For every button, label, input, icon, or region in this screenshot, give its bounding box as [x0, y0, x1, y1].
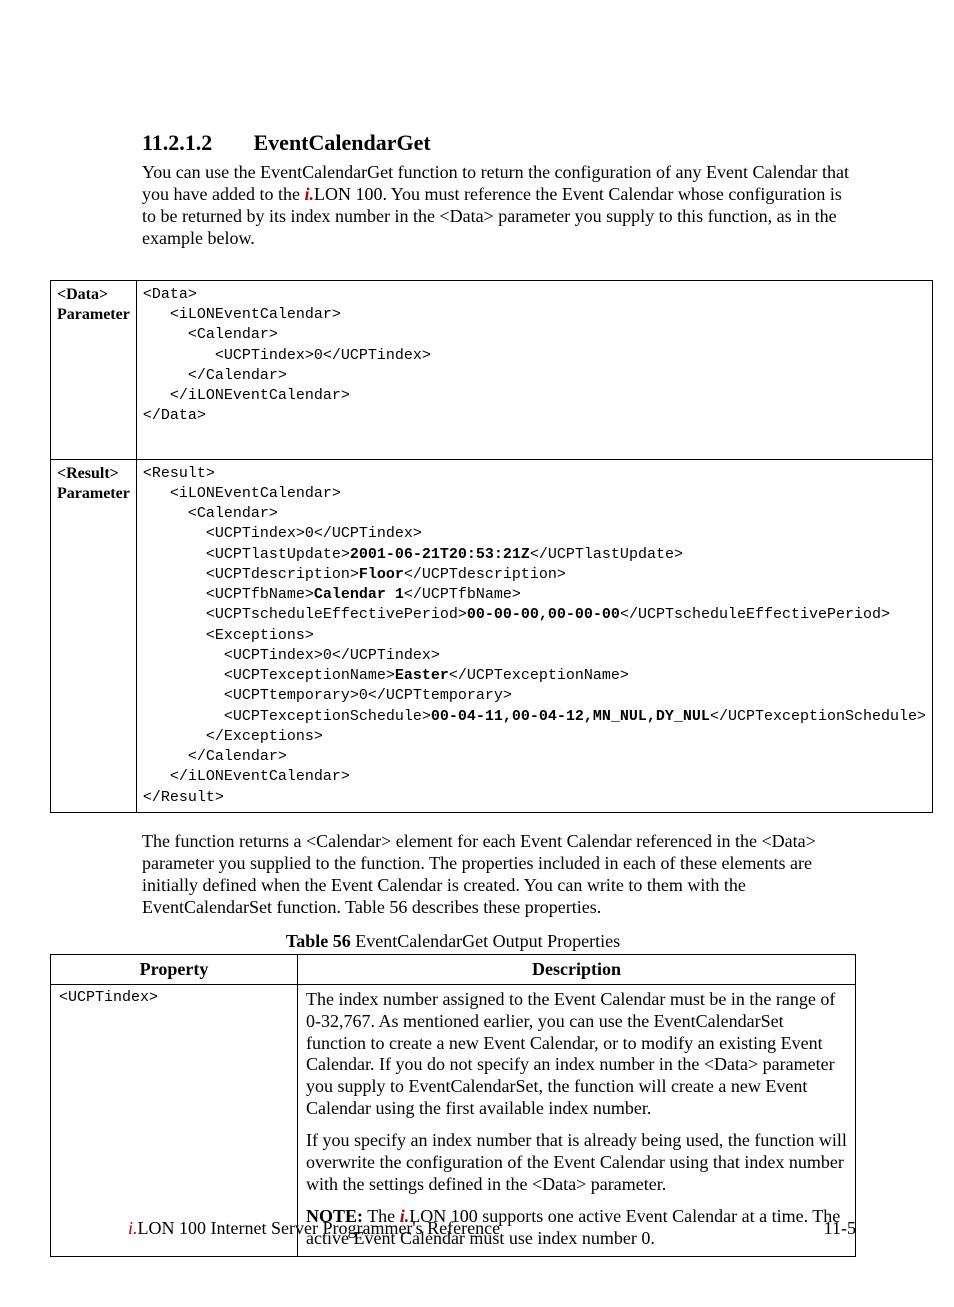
footer-left: i.LON 100 Internet Server Programmer's R… [128, 1218, 500, 1239]
table-caption: Table 56 EventCalendarGet Output Propert… [50, 931, 856, 952]
footer-page-number: 11-5 [824, 1218, 856, 1239]
page-footer: i.LON 100 Internet Server Programmer's R… [128, 1218, 856, 1239]
result-parameter-label: <Result> Parameter [51, 459, 137, 812]
property-name: <UCPTindex> [51, 984, 298, 1256]
result-parameter-code: <Result> <iLONEventCalendar> <Calendar> … [136, 459, 932, 812]
section-heading: 11.2.1.2 EventCalendarGet [142, 130, 856, 156]
property-description: The index number assigned to the Event C… [298, 984, 856, 1256]
section-title: EventCalendarGet [254, 130, 431, 155]
data-parameter-code: <Data> <iLONEventCalendar> <Calendar> <U… [136, 280, 932, 459]
section-number: 11.2.1.2 [142, 130, 248, 156]
table-header-property: Property [51, 954, 298, 984]
table-header-description: Description [298, 954, 856, 984]
table-row: <UCPTindex> The index number assigned to… [51, 984, 856, 1256]
code-parameter-table: <Data> Parameter <Data> <iLONEventCalend… [50, 280, 933, 813]
data-parameter-label: <Data> Parameter [51, 280, 137, 459]
intro-paragraph: You can use the EventCalendarGet functio… [142, 162, 856, 250]
after-box-paragraph: The function returns a <Calendar> elemen… [142, 831, 856, 919]
properties-table: Property Description <UCPTindex> The ind… [50, 954, 856, 1257]
